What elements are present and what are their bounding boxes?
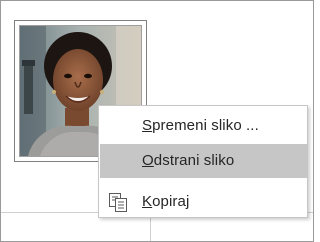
menu-item-label: Odstrani sliko	[142, 152, 235, 169]
window-frame: Spremeni sliko ... Odstrani sliko Kopira…	[0, 0, 314, 242]
menu-item-save-picture[interactable]: Spremeni sliko ...	[100, 109, 307, 143]
context-menu: Spremeni sliko ... Odstrani sliko Kopira…	[98, 105, 308, 218]
copy-icon	[108, 192, 128, 212]
menu-item-copy[interactable]: Kopiraj	[100, 185, 307, 219]
menu-item-label: Spremeni sliko ...	[142, 117, 259, 134]
menu-item-remove-picture[interactable]: Odstrani sliko	[100, 144, 307, 178]
menu-item-label: Kopiraj	[142, 193, 190, 210]
